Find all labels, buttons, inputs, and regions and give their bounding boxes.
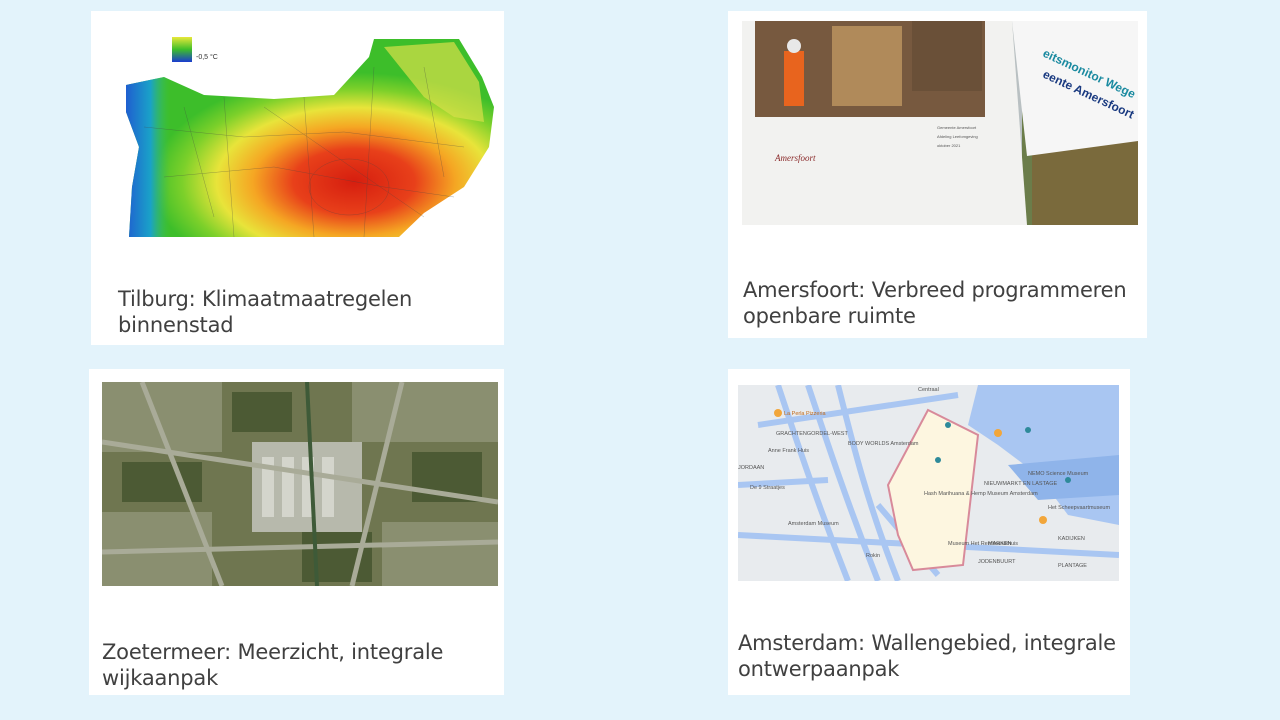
map-label: La Perla Pizzeria [784,411,827,417]
map-label: JODENBUURT [978,559,1016,565]
doc-logo: Amersfoort [774,153,816,163]
map-label: Rokin [866,553,880,559]
map-label: BODY WORLDS Amsterdam [848,441,919,447]
card-amersfoort[interactable]: eitsmonitor Wege eente Amersfoort Amersf… [728,11,1147,338]
card-caption: Zoetermeer: Meerzicht, integrale wijkaan… [102,640,444,690]
map-label: PLANTAGE [1058,563,1087,569]
zoetermeer-aerial-image [102,382,498,586]
amersfoort-photo-image: eitsmonitor Wege eente Amersfoort Amersf… [742,21,1138,225]
map-label: De 9 Straatjes [750,485,785,491]
map-label: GRACHTENGORDEL-WEST [776,431,848,437]
tilburg-heatmap-image: -0,5 °C [124,37,496,243]
map-label: Amsterdam Museum [788,521,839,527]
map-label: Anne Frank Huis [768,448,809,454]
card-caption: Tilburg: Klimaatmaatregelen binnenstad [118,287,413,337]
card-caption: Amsterdam: Wallengebied, integrale ontwe… [738,631,1116,681]
map-label: JORDAAN [738,465,764,471]
map-label: Centraal [918,387,939,393]
map-label: Het Scheepvaartmuseum [1048,505,1110,511]
card-amsterdam[interactable]: La Perla Pizzeria GRACHTENGORDEL-WEST An… [728,369,1130,695]
card-zoetermeer[interactable]: Zoetermeer: Meerzicht, integrale wijkaan… [89,369,504,695]
map-label: MARKEN [988,541,1012,547]
map-label: Hash Marihuana & Hemp Museum Amsterdam [924,491,1038,497]
map-label: NEMO Science Museum [1028,471,1089,477]
doc-meta-3: oktober 2021 [937,143,961,148]
card-tilburg[interactable]: -0,5 °C Tilburg: Klimaatmaatregelen binn… [91,11,504,345]
card-caption: Amersfoort: Verbreed programmeren openba… [743,278,1127,328]
map-label: NIEUWMARKT EN LASTAGE [984,481,1057,487]
legend-label: -0,5 °C [196,53,218,61]
amsterdam-map-image: La Perla Pizzeria GRACHTENGORDEL-WEST An… [738,385,1119,581]
doc-meta-1: Gemeente Amersfoort [937,125,977,130]
map-label: KADIJKEN [1058,536,1085,542]
doc-meta-2: Afdeling Leefomgeving [937,134,978,139]
